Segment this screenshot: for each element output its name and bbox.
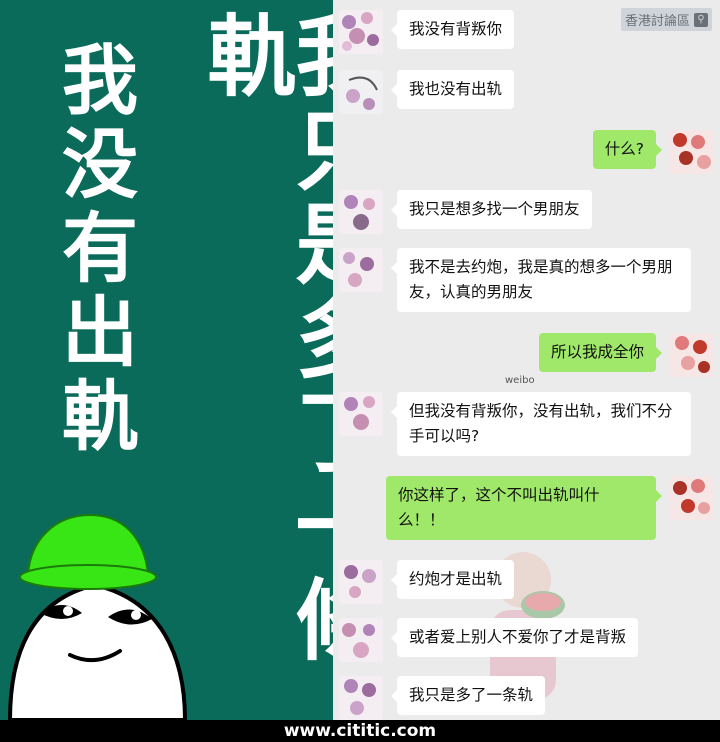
slogan-left: 我没有出軌 xyxy=(49,40,138,460)
avatar[interactable] xyxy=(670,333,714,377)
avatar[interactable] xyxy=(339,392,383,436)
watermark-text: 香港討論區 xyxy=(624,14,690,29)
message-bubble: 或者爱上别人不爱你了才是背叛 xyxy=(390,618,639,657)
watermark: 香港討論區 ⚲ xyxy=(620,8,712,31)
slogan-right: 我只是多了一條軌 xyxy=(193,10,333,668)
chat-screenshot: 香港討論區 ⚲ 我没有背叛你 我也没有出轨 什么? 我只是想多找一个男朋友 我不… xyxy=(333,0,720,720)
message-bubble: 什么? xyxy=(592,130,663,169)
message-bubble: 我没有背叛你 xyxy=(390,10,515,49)
avatar[interactable] xyxy=(670,130,714,174)
avatar[interactable] xyxy=(670,476,714,520)
footer-url: www.cititic.com xyxy=(0,720,720,742)
chat-message: 我只是想多找一个男朋友 xyxy=(339,190,592,234)
weibo-mark: weibo xyxy=(505,375,535,386)
message-bubble: 我只是想多找一个男朋友 xyxy=(391,190,592,229)
avatar[interactable] xyxy=(339,190,383,234)
chat-message: 我不是去约炮，我是真的想多一个男朋友，认真的男朋友 xyxy=(339,248,691,312)
avatar[interactable] xyxy=(339,248,383,292)
chat-message: 什么? xyxy=(592,130,714,174)
chat-message: 你这样了，这个不叫出轨叫什么！！ xyxy=(386,476,714,540)
chat-message: 约炮才是出轨 xyxy=(339,560,515,604)
chat-message: 我没有背叛你 xyxy=(339,10,515,54)
avatar[interactable] xyxy=(339,560,383,604)
message-bubble: 我不是去约炮，我是真的想多一个男朋友，认真的男朋友 xyxy=(391,248,691,312)
avatar[interactable] xyxy=(339,10,383,54)
message-bubble: 所以我成全你 xyxy=(538,333,663,372)
message-bubble: 但我没有背叛你，没有出轨，我们不分手可以吗? xyxy=(391,392,691,456)
chat-message: 所以我成全你 xyxy=(538,333,714,377)
message-bubble: 约炮才是出轨 xyxy=(390,560,515,599)
message-bubble: 我只是多了一条轨 xyxy=(390,676,546,715)
chat-message: 我只是多了一条轨 xyxy=(339,676,546,720)
message-bubble: 我也没有出轨 xyxy=(390,70,515,109)
meme-panel: 我没有出軌 我只是多了一條軌 xyxy=(0,0,333,720)
meme-face-icon xyxy=(7,513,188,720)
message-bubble: 你这样了，这个不叫出轨叫什么！！ xyxy=(386,476,662,540)
search-icon: ⚲ xyxy=(694,12,708,27)
chat-message: 或者爱上别人不爱你了才是背叛 xyxy=(339,618,639,662)
avatar[interactable] xyxy=(339,618,383,662)
chat-message: 但我没有背叛你，没有出轨，我们不分手可以吗? xyxy=(339,392,691,456)
avatar[interactable] xyxy=(339,676,383,720)
chat-message: 我也没有出轨 xyxy=(339,70,515,114)
avatar[interactable] xyxy=(339,70,383,114)
